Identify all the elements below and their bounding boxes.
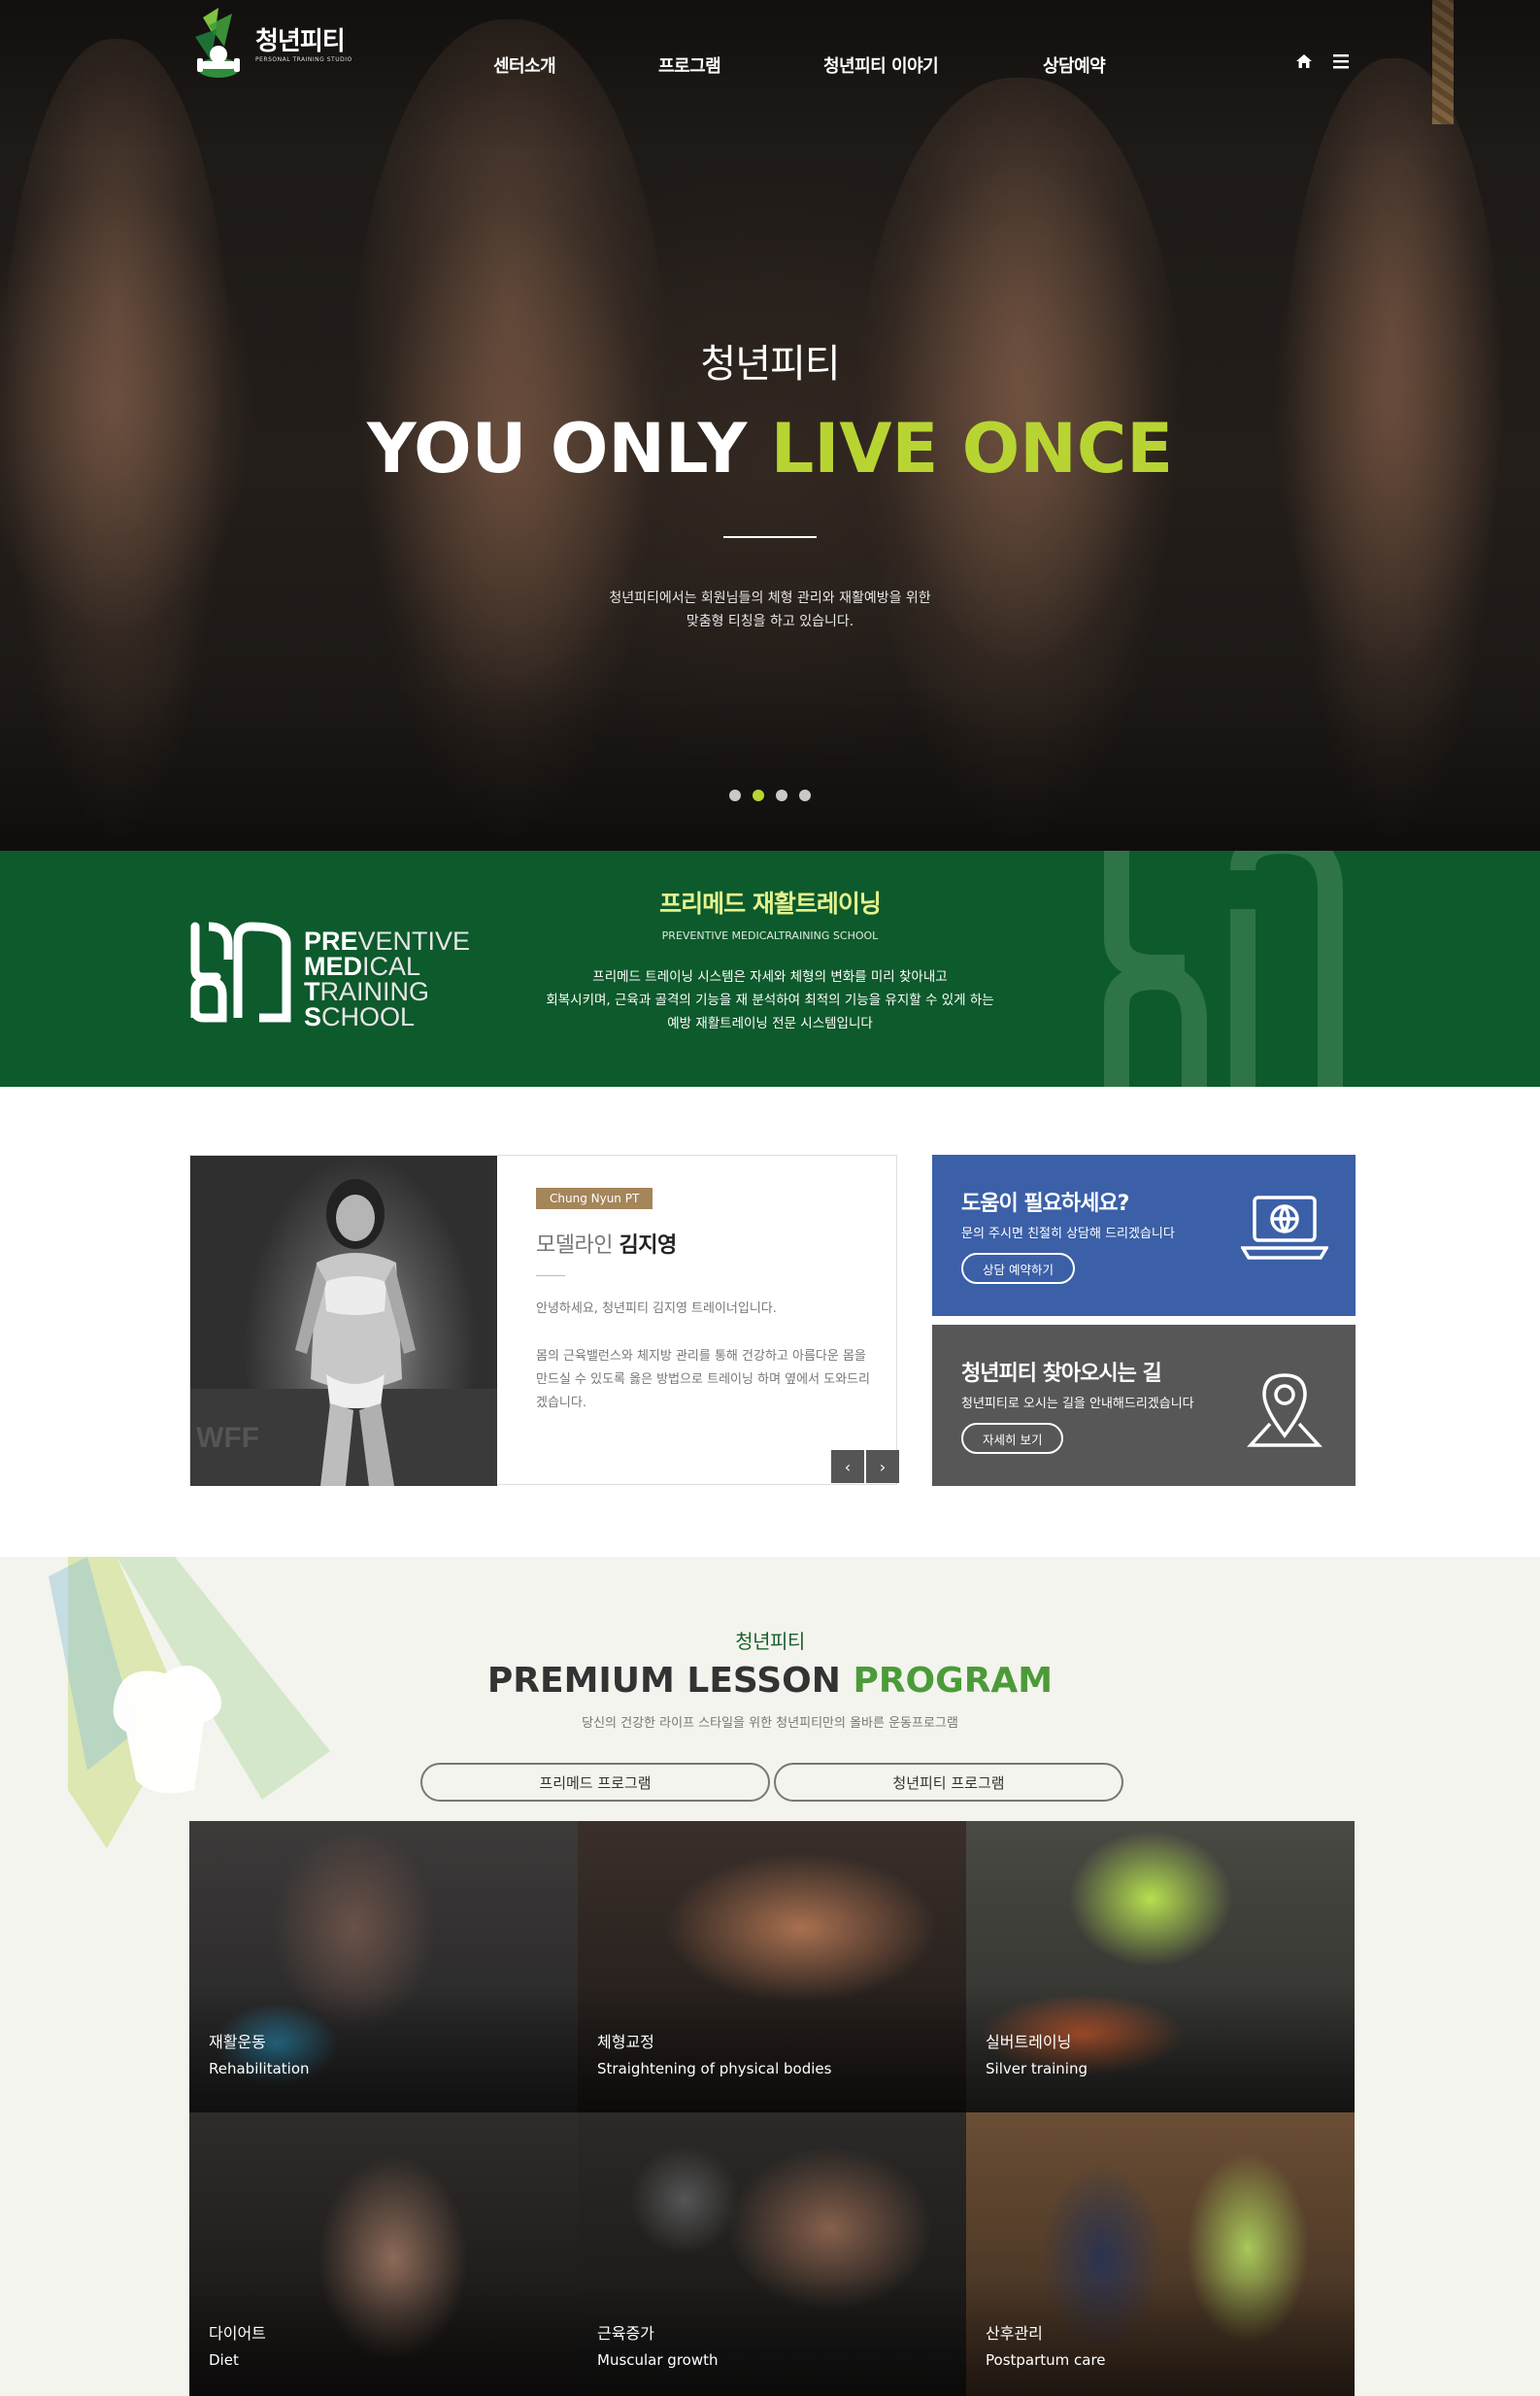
menu-icon[interactable] — [1332, 52, 1350, 74]
program-tile-postpartum[interactable]: 산후관리 Postpartum care — [966, 2112, 1355, 2396]
tile-title-en: Silver training — [986, 2060, 1088, 2077]
next-button[interactable]: › — [866, 1450, 899, 1483]
map-card-title: 청년피티 찾아오시는 길 — [961, 1362, 1162, 1386]
hero-copy: 청년피티 YOU ONLY LIVE ONCE 청년피티에서는 회원님들의 체형… — [0, 340, 1540, 633]
nav-item-program[interactable]: 프로그램 — [658, 52, 721, 78]
svg-text:WFF: WFF — [196, 1422, 259, 1454]
tile-title-en: Rehabilitation — [209, 2060, 310, 2077]
program-tile-posture[interactable]: 체형교정 Straightening of physical bodies — [578, 1821, 966, 2112]
trainer-slider-controls: ‹ › — [831, 1450, 899, 1483]
trainer-badge: Chung Nyun PT — [536, 1188, 653, 1209]
tab-premed-program[interactable]: 프리메드 프로그램 — [420, 1763, 770, 1802]
site-logo[interactable]: 청년피티 PERSONAL TRAINING STUDIO — [189, 8, 352, 82]
program-heading: 청년피티 PREMIUM LESSON PROGRAM 당신의 건강한 라이프 … — [0, 1629, 1540, 1731]
tile-title-en: Diet — [209, 2351, 239, 2369]
hero-title-accent: LIVE ONCE — [770, 409, 1174, 489]
program-tile-rehabilitation[interactable]: 재활운동 Rehabilitation — [189, 1821, 578, 2112]
laptop-globe-icon — [1239, 1194, 1330, 1265]
hero-slider: 청년피티 PERSONAL TRAINING STUDIO 센터소개 프로그램 … — [0, 0, 1540, 851]
program-section: 청년피티 PREMIUM LESSON PROGRAM 당신의 건강한 라이프 … — [0, 1557, 1540, 2396]
nav-item-center[interactable]: 센터소개 — [493, 52, 556, 78]
premed-desc-line: 예방 재활트레이닝 전문 시스템입니다 — [667, 1016, 873, 1031]
tab-chungnyun-program[interactable]: 청년피티 프로그램 — [774, 1763, 1123, 1802]
program-tabs: 프리메드 프로그램 청년피티 프로그램 — [420, 1763, 1123, 1802]
trainer-slider: WFF Chung Nyun PT 모델라인 김지영 안녕하세요, 청년피티 김… — [189, 1155, 899, 1486]
chevron-left-icon: ‹ — [844, 1457, 852, 1476]
premed-desc-line: 회복시키며, 근육과 골격의 기능을 재 분석하여 최적의 기능을 유지할 수 … — [546, 993, 994, 1008]
reservation-button[interactable]: 상담 예약하기 — [961, 1253, 1075, 1284]
tile-title-en: Postpartum care — [986, 2351, 1106, 2369]
premed-title: 프리메드 재활트레이닝 — [659, 890, 882, 918]
details-button[interactable]: 자세히 보기 — [961, 1423, 1064, 1454]
program-tile-muscle[interactable]: 근육증가 Muscular growth — [578, 2112, 966, 2396]
program-tile-silver[interactable]: 실버트레이닝 Silver training — [966, 1821, 1355, 2112]
hero-description: 청년피티에서는 회원님들의 체형 관리와 재활예방을 위한 맞춤형 티칭을 하고… — [0, 587, 1540, 633]
home-icon[interactable] — [1295, 52, 1313, 74]
trainer-name: 모델라인 김지영 — [536, 1228, 677, 1259]
program-title-accent: PROGRAM — [853, 1661, 1054, 1701]
hero-title: YOU ONLY LIVE ONCE — [0, 410, 1540, 488]
hero-desc-line: 맞춤형 티칭을 하고 있습니다. — [686, 614, 854, 629]
premed-description: 프리메드 트레이닝 시스템은 자세와 체형의 변화를 미리 찾아내고 회복시키며… — [0, 965, 1540, 1035]
tile-title-ko: 체형교정 — [597, 2033, 654, 2051]
help-card[interactable]: 도움이 필요하세요? 문의 주시면 친절히 상담해 드리겠습니다 상담 예약하기 — [932, 1155, 1356, 1316]
tile-title-ko: 재활운동 — [209, 2033, 266, 2051]
premed-copy: 프리메드 재활트레이닝 PREVENTIVE MEDICALTRAINING S… — [0, 889, 1540, 1035]
hero-divider — [723, 536, 817, 538]
map-card-desc: 청년피티로 오시는 길을 안내해드리겠습니다 — [961, 1397, 1194, 1411]
hero-desc-line: 청년피티에서는 회원님들의 체형 관리와 재활예방을 위한 — [609, 591, 931, 606]
map-pin-icon — [1241, 1364, 1328, 1455]
tile-title-ko: 근육증가 — [597, 2324, 654, 2343]
nav-item-story[interactable]: 청년피티 이야기 — [823, 52, 939, 78]
trainer-role: 모델라인 — [536, 1233, 613, 1258]
nav-item-reservation[interactable]: 상담예약 — [1043, 52, 1106, 78]
prev-button[interactable]: ‹ — [831, 1450, 864, 1483]
trainer-body: 몸의 근육밸런스와 체지방 관리를 통해 건강하고 아름다운 몸을 만드실 수 … — [536, 1349, 871, 1410]
trainer-intro: 안녕하세요, 청년피티 김지영 트레이너입니다. — [536, 1301, 777, 1316]
tile-title-en: Muscular growth — [597, 2351, 719, 2369]
program-title-dark: PREMIUM LESSON — [486, 1661, 841, 1701]
trainer-divider — [536, 1275, 565, 1276]
program-description: 당신의 건강한 라이프 스타일을 위한 청년피티만의 올바른 운동프로그램 — [582, 1716, 958, 1731]
page: { "header": { "logo_ko": "청년피티", "logo_e… — [0, 0, 1540, 2396]
program-title: PREMIUM LESSON PROGRAM — [0, 1660, 1540, 1703]
program-grid: 재활운동 Rehabilitation 체형교정 Straightening o… — [189, 1821, 1355, 2396]
premed-subtitle: PREVENTIVE MEDICALTRAINING SCHOOL — [661, 929, 879, 942]
logo-emblem-icon — [189, 8, 248, 82]
slider-dot[interactable] — [799, 790, 811, 801]
logo-name: 청년피티 — [255, 26, 346, 56]
hero-subtitle: 청년피티 — [700, 342, 840, 387]
chevron-right-icon: › — [879, 1457, 887, 1476]
logo-tagline: PERSONAL TRAINING STUDIO — [255, 55, 352, 63]
tile-title-ko: 산후관리 — [986, 2324, 1043, 2343]
slider-dot-active[interactable] — [753, 790, 764, 801]
help-card-desc: 문의 주시면 친절히 상담해 드리겠습니다 — [961, 1227, 1175, 1241]
premed-desc-line: 프리메드 트레이닝 시스템은 자세와 체형의 변화를 미리 찾아내고 — [592, 969, 948, 985]
tile-title-ko: 실버트레이닝 — [986, 2033, 1072, 2051]
premed-banner: PREVENTIVE MEDICAL TRAINING SCHOOL 프리메드 … — [0, 851, 1540, 1087]
trainer-name-text: 김지영 — [619, 1233, 677, 1258]
trainer-photo: WFF — [190, 1156, 497, 1486]
program-tile-diet[interactable]: 다이어트 Diet — [189, 2112, 578, 2396]
tile-title-en: Straightening of physical bodies — [597, 2060, 832, 2077]
map-card[interactable]: 청년피티 찾아오시는 길 청년피티로 오시는 길을 안내해드리겠습니다 자세히 … — [932, 1325, 1356, 1486]
hero-title-white: YOU ONLY — [366, 409, 748, 489]
tile-title-ko: 다이어트 — [209, 2324, 266, 2343]
help-card-title: 도움이 필요하세요? — [961, 1192, 1129, 1216]
slider-pagination — [729, 790, 811, 801]
slider-dot[interactable] — [729, 790, 741, 801]
slider-dot[interactable] — [776, 790, 787, 801]
program-eyebrow: 청년피티 — [735, 1630, 805, 1653]
